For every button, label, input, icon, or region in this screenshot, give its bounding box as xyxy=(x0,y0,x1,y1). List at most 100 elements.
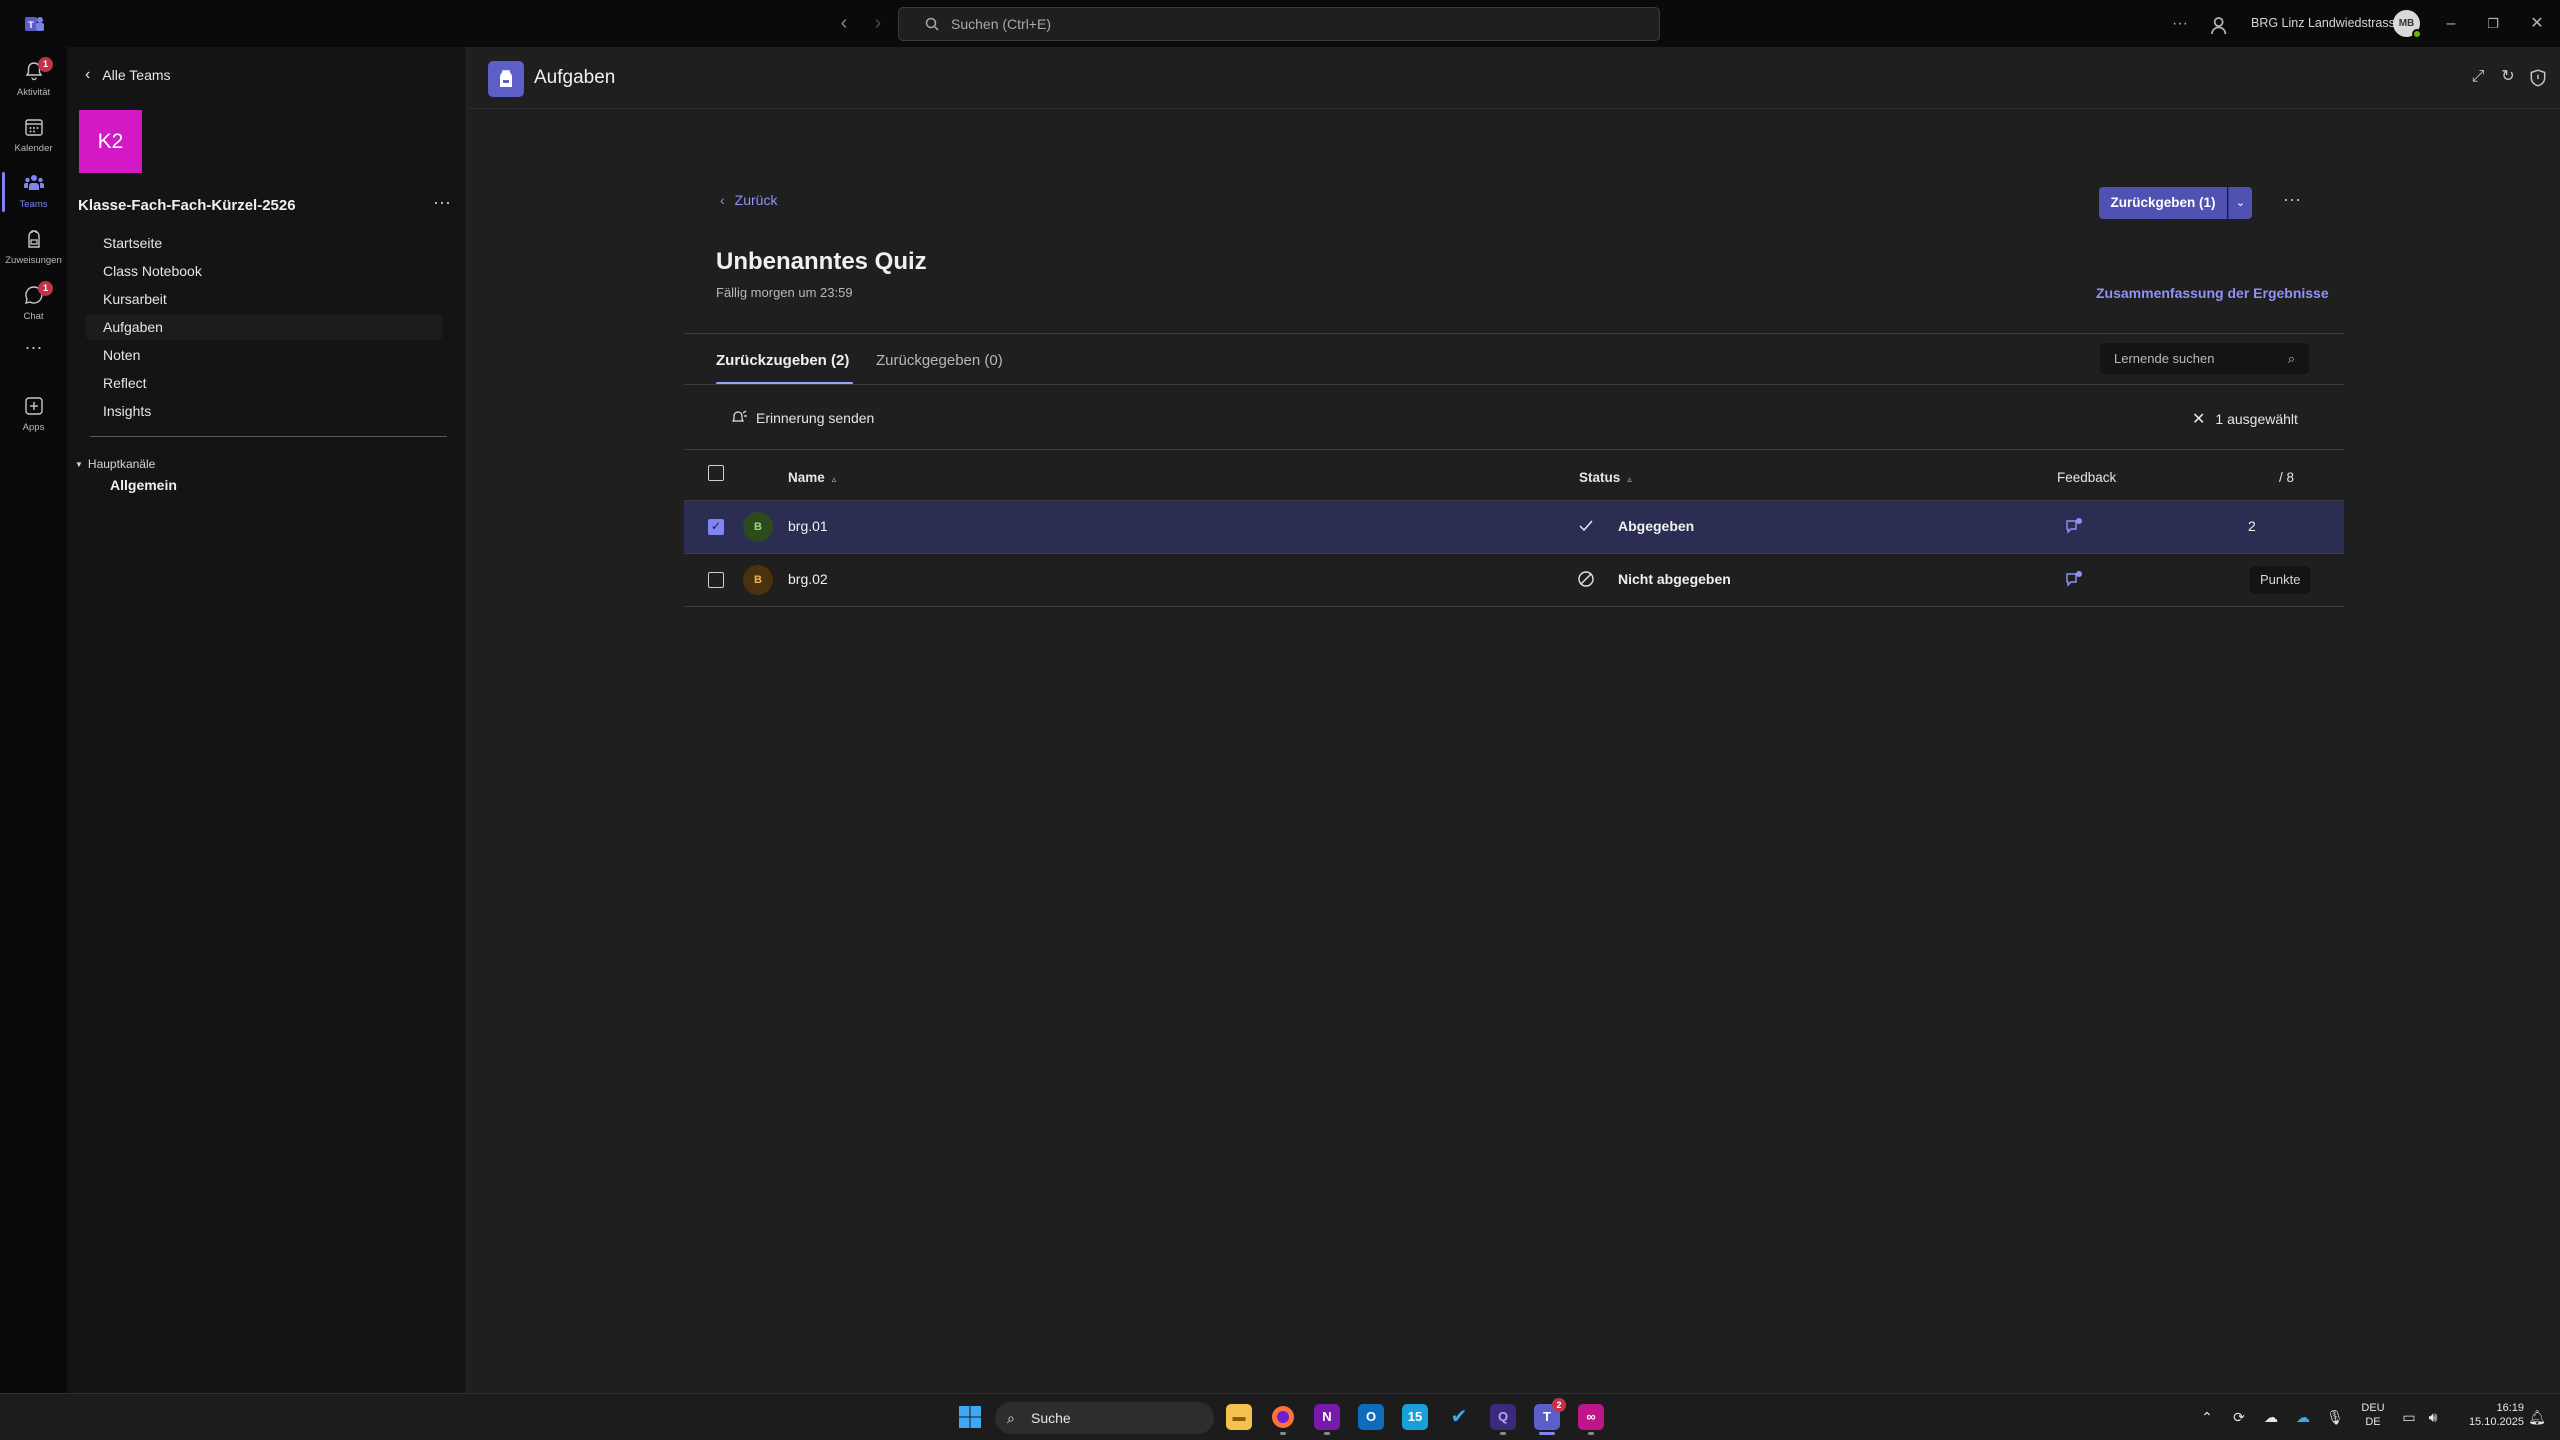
rail-item-teams[interactable]: Teams xyxy=(0,164,67,218)
teams-icon xyxy=(24,175,44,190)
prohibited-icon xyxy=(1578,571,1594,587)
date: 15.10.2025 xyxy=(2468,1416,2524,1428)
volume-icon[interactable]: 🔊︎ xyxy=(2424,1408,2442,1426)
search-icon xyxy=(925,17,939,31)
active-app-indicator xyxy=(1539,1432,1555,1435)
team-more-icon[interactable]: ··· xyxy=(433,192,451,213)
feedback-icon[interactable] xyxy=(2064,516,2084,536)
student-name[interactable]: brg.02 xyxy=(788,571,828,587)
network-icon[interactable]: ▭ xyxy=(2400,1408,2418,1426)
shield-icon[interactable] xyxy=(2528,68,2548,88)
calendar-app-icon[interactable]: 15 xyxy=(1402,1404,1428,1430)
team-nav-insights[interactable]: Insights xyxy=(86,398,442,424)
cloud-icon[interactable]: ☁ xyxy=(2262,1408,2280,1426)
more-icon: ··· xyxy=(24,337,43,357)
onedrive-icon[interactable]: ☁ xyxy=(2294,1408,2312,1426)
activity-badge: 1 xyxy=(38,57,53,72)
close-icon: ✕ xyxy=(2192,411,2206,428)
firefox-icon[interactable] xyxy=(1270,1404,1296,1430)
column-header-status[interactable]: Status ▵ xyxy=(1579,470,1632,485)
all-teams-back-button[interactable]: ‹ Alle Teams xyxy=(85,66,171,84)
results-summary-link[interactable]: Zusammenfassung der Ergebnisse xyxy=(2096,285,2329,301)
add-apps-icon xyxy=(25,397,43,415)
column-header-feedback: Feedback xyxy=(2057,470,2117,485)
people-icon[interactable] xyxy=(2208,14,2232,38)
row-checkbox[interactable] xyxy=(708,572,724,588)
rail-item-assignments[interactable]: Zuweisungen xyxy=(0,220,67,274)
table-row[interactable]: ✓ B brg.01 Abgegeben 2 xyxy=(684,501,2344,554)
rail-item-apps[interactable]: Apps xyxy=(0,387,67,441)
more-options-icon[interactable]: ··· xyxy=(2283,189,2301,210)
back-link[interactable]: ‹ Zurück xyxy=(720,192,777,208)
microphone-icon[interactable]: 🎙︎ xyxy=(2326,1408,2344,1426)
team-nav-startseite[interactable]: Startseite xyxy=(86,230,442,256)
column-header-name[interactable]: Name ▵ xyxy=(788,470,836,485)
rail-more-apps[interactable]: ··· xyxy=(0,337,67,367)
user-avatar[interactable]: MB xyxy=(2393,10,2422,39)
send-reminder-button[interactable]: Erinnerung senden xyxy=(730,409,874,427)
refresh-icon[interactable]: ↻ xyxy=(2498,67,2518,87)
rail-item-chat[interactable]: 1 Chat xyxy=(0,276,67,330)
student-search-placeholder: Lernende suchen xyxy=(2114,351,2215,366)
outlook-icon[interactable]: O xyxy=(1358,1404,1384,1430)
app-icon[interactable]: ∞ xyxy=(1578,1404,1604,1430)
table-row[interactable]: B brg.02 Nicht abgegeben Punkte xyxy=(684,554,2344,607)
app-header: Aufgaben ⤢ ↻ xyxy=(468,47,2560,109)
chevron-up-icon[interactable]: ⌃ xyxy=(2198,1408,2216,1426)
file-explorer-icon[interactable]: ▬ xyxy=(1226,1404,1252,1430)
checkmark-icon xyxy=(1579,520,1593,532)
column-status-label: Status xyxy=(1579,470,1621,485)
team-nav-aufgaben[interactable]: Aufgaben xyxy=(86,314,442,340)
select-all-checkbox[interactable] xyxy=(708,465,724,481)
selected-count-label: 1 ausgewählt xyxy=(2215,411,2298,427)
forward-arrow-icon[interactable]: › xyxy=(867,12,889,34)
chat-badge: 1 xyxy=(38,281,53,296)
sync-icon[interactable]: ⟳ xyxy=(2230,1408,2248,1426)
keyboard-layout: DE xyxy=(2365,1416,2381,1428)
due-date: Fällig morgen um 23:59 xyxy=(716,285,853,300)
channels-header[interactable]: ▼ Hauptkanäle xyxy=(75,457,155,471)
team-avatar[interactable]: K2 xyxy=(79,110,142,173)
clear-selection-button[interactable]: ✕ 1 ausgewählt xyxy=(2192,409,2298,429)
team-nav-kursarbeit[interactable]: Kursarbeit xyxy=(86,286,442,312)
rail-label: Chat xyxy=(23,311,44,322)
team-name[interactable]: Klasse-Fach-Fach-Kürzel-2526 xyxy=(78,197,296,214)
student-search-input[interactable]: Lernende suchen ⌕ xyxy=(2100,343,2309,374)
feedback-icon[interactable] xyxy=(2064,569,2084,589)
windows-start-icon[interactable] xyxy=(958,1405,982,1429)
rail-item-calendar[interactable]: Kalender xyxy=(0,108,67,162)
return-button[interactable]: Zurückgeben (1) xyxy=(2099,187,2227,219)
rail-item-activity[interactable]: 1 Aktivität xyxy=(0,52,67,106)
tab-returned[interactable]: Zurückgegeben (0) xyxy=(876,352,1003,369)
back-arrow-icon[interactable]: ‹ xyxy=(833,12,855,34)
close-icon[interactable]: ✕ xyxy=(2525,12,2549,36)
student-name[interactable]: brg.01 xyxy=(788,518,828,534)
points-input[interactable]: Punkte xyxy=(2250,566,2310,594)
todo-icon[interactable]: ✔ xyxy=(1446,1404,1472,1430)
return-dropdown-chevron-icon[interactable]: ⌄ xyxy=(2228,187,2252,219)
channel-allgemein[interactable]: Allgemein xyxy=(110,477,177,493)
onenote-icon[interactable]: N xyxy=(1314,1404,1340,1430)
restore-icon[interactable]: ❐ xyxy=(2481,12,2505,36)
clock[interactable]: 16:19 15.10.2025 xyxy=(2452,1402,2524,1440)
tab-to-return[interactable]: Zurückzugeben (2) xyxy=(716,352,849,369)
notification-bell-icon[interactable]: 🔔︎ xyxy=(2528,1408,2546,1426)
minimize-icon[interactable]: – xyxy=(2439,12,2463,36)
team-panel: ‹ Alle Teams K2 Klasse-Fach-Fach-Kürzel-… xyxy=(67,47,467,1393)
app-icon[interactable]: Q xyxy=(1490,1404,1516,1430)
app-title: Aufgaben xyxy=(534,67,616,88)
global-search-input[interactable]: Suchen (Ctrl+E) xyxy=(898,7,1660,41)
team-nav-reflect[interactable]: Reflect xyxy=(86,370,442,396)
team-nav-class-notebook[interactable]: Class Notebook xyxy=(86,258,442,284)
input-language[interactable]: DEU DE xyxy=(2360,1402,2386,1440)
back-link-label: Zurück xyxy=(734,192,778,208)
teams-taskbar-icon[interactable]: T2 xyxy=(1534,1398,1566,1430)
row-checkbox[interactable]: ✓ xyxy=(708,519,724,535)
more-options-icon[interactable]: ··· xyxy=(2168,12,2192,36)
team-nav-noten[interactable]: Noten xyxy=(86,342,442,368)
expand-icon[interactable]: ⤢ xyxy=(2468,67,2488,87)
divider xyxy=(684,384,2344,385)
reminder-bell-icon xyxy=(732,410,747,422)
score-value[interactable]: 2 xyxy=(2248,518,2256,534)
taskbar-search[interactable]: ⌕ Suche xyxy=(995,1402,1214,1434)
